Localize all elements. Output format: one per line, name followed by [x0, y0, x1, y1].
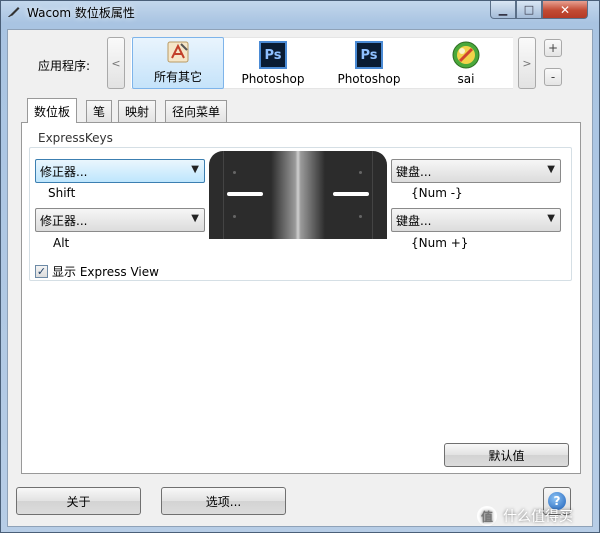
tablet-touch-strip	[271, 151, 325, 239]
tablet-illustration	[209, 151, 387, 239]
options-button[interactable]: 选项...	[161, 487, 286, 515]
watermark-text: 什么值得买	[503, 509, 573, 525]
app-tile-all-others[interactable]: 所有其它	[132, 37, 224, 89]
sai-icon	[451, 40, 481, 70]
maximize-button[interactable]: □	[516, 1, 542, 19]
all-apps-icon	[163, 38, 193, 66]
tablet-key-marker-right	[333, 192, 369, 196]
minimize-button[interactable]: ▁	[490, 1, 516, 19]
dropdown-value: 键盘...	[396, 213, 432, 228]
scroll-left-button[interactable]: <	[107, 37, 125, 89]
add-application-button[interactable]: +	[544, 39, 562, 57]
tablet-key-marker-left	[227, 192, 263, 196]
tablet-key-dot	[233, 215, 236, 218]
app-tile-photoshop-1[interactable]: Ps Photoshop	[228, 37, 318, 89]
left-bottom-key-assignment: Alt	[53, 236, 70, 250]
left-bottom-key-dropdown[interactable]: 修正器... ▼	[35, 208, 205, 232]
close-button[interactable]: ✕	[542, 1, 588, 19]
dialog-window: Wacom 数位板属性 ▁ □ ✕ 应用程序: < 所有其它 Ps Photos…	[0, 0, 600, 533]
application-label: 应用程序:	[38, 59, 91, 73]
defaults-button[interactable]: 默认值	[444, 443, 569, 467]
right-bottom-key-assignment: {Num +}	[411, 236, 469, 250]
wacom-pen-icon	[8, 7, 20, 17]
show-express-view-checkbox[interactable]: ✓	[35, 265, 48, 278]
remove-application-button[interactable]: -	[544, 68, 562, 86]
photoshop-icon-container: Ps	[258, 40, 288, 70]
show-express-view-label: 显示 Express View	[52, 265, 159, 279]
app-tile-label: Photoshop	[337, 72, 401, 86]
tablet-key-dot	[233, 171, 236, 174]
photoshop-icon-container: Ps	[354, 40, 384, 70]
left-top-key-dropdown[interactable]: 修正器... ▼	[35, 159, 205, 183]
tab-tablet[interactable]: 数位板	[27, 98, 78, 123]
tablet-key-dot	[359, 171, 362, 174]
photoshop-icon: Ps	[259, 41, 287, 69]
chevron-down-icon: ▼	[191, 213, 199, 224]
watermark-logo-icon: 值	[477, 506, 497, 526]
right-bottom-key-dropdown[interactable]: 键盘... ▼	[391, 208, 561, 232]
dropdown-value: 修正器...	[40, 213, 88, 228]
app-tile-label: sai	[457, 72, 475, 86]
tablet-divider	[223, 151, 224, 239]
photoshop-icon: Ps	[355, 41, 383, 69]
dropdown-value: 修正器...	[40, 164, 88, 179]
app-tile-label: 所有其它	[153, 70, 202, 84]
app-tile-photoshop-2[interactable]: Ps Photoshop	[323, 37, 415, 89]
tab-pen[interactable]: 笔	[86, 100, 113, 122]
tablet-key-dot	[359, 215, 362, 218]
tablet-divider	[372, 151, 373, 239]
tab-radial-menu[interactable]: 径向菜单	[165, 100, 228, 122]
right-top-key-assignment: {Num -}	[411, 186, 463, 200]
app-tile-sai[interactable]: sai	[421, 37, 511, 89]
left-top-key-assignment: Shift	[48, 186, 76, 200]
about-button[interactable]: 关于	[16, 487, 141, 515]
window-title: Wacom 数位板属性	[27, 6, 135, 20]
chevron-down-icon: ▼	[547, 213, 555, 224]
watermark: 值 什么值得买	[477, 506, 573, 526]
scroll-right-button[interactable]: >	[518, 37, 536, 89]
dropdown-value: 键盘...	[396, 164, 432, 179]
show-express-view-row[interactable]: ✓ 显示 Express View	[35, 263, 159, 280]
chevron-down-icon: ▼	[191, 164, 199, 175]
right-top-key-dropdown[interactable]: 键盘... ▼	[391, 159, 561, 183]
app-tile-label: Photoshop	[241, 72, 305, 86]
expresskeys-group-label: ExpressKeys	[38, 131, 113, 145]
chevron-down-icon: ▼	[547, 164, 555, 175]
title-bar[interactable]: Wacom 数位板属性 ▁ □ ✕	[1, 1, 599, 23]
tab-mapping[interactable]: 映射	[118, 100, 157, 122]
